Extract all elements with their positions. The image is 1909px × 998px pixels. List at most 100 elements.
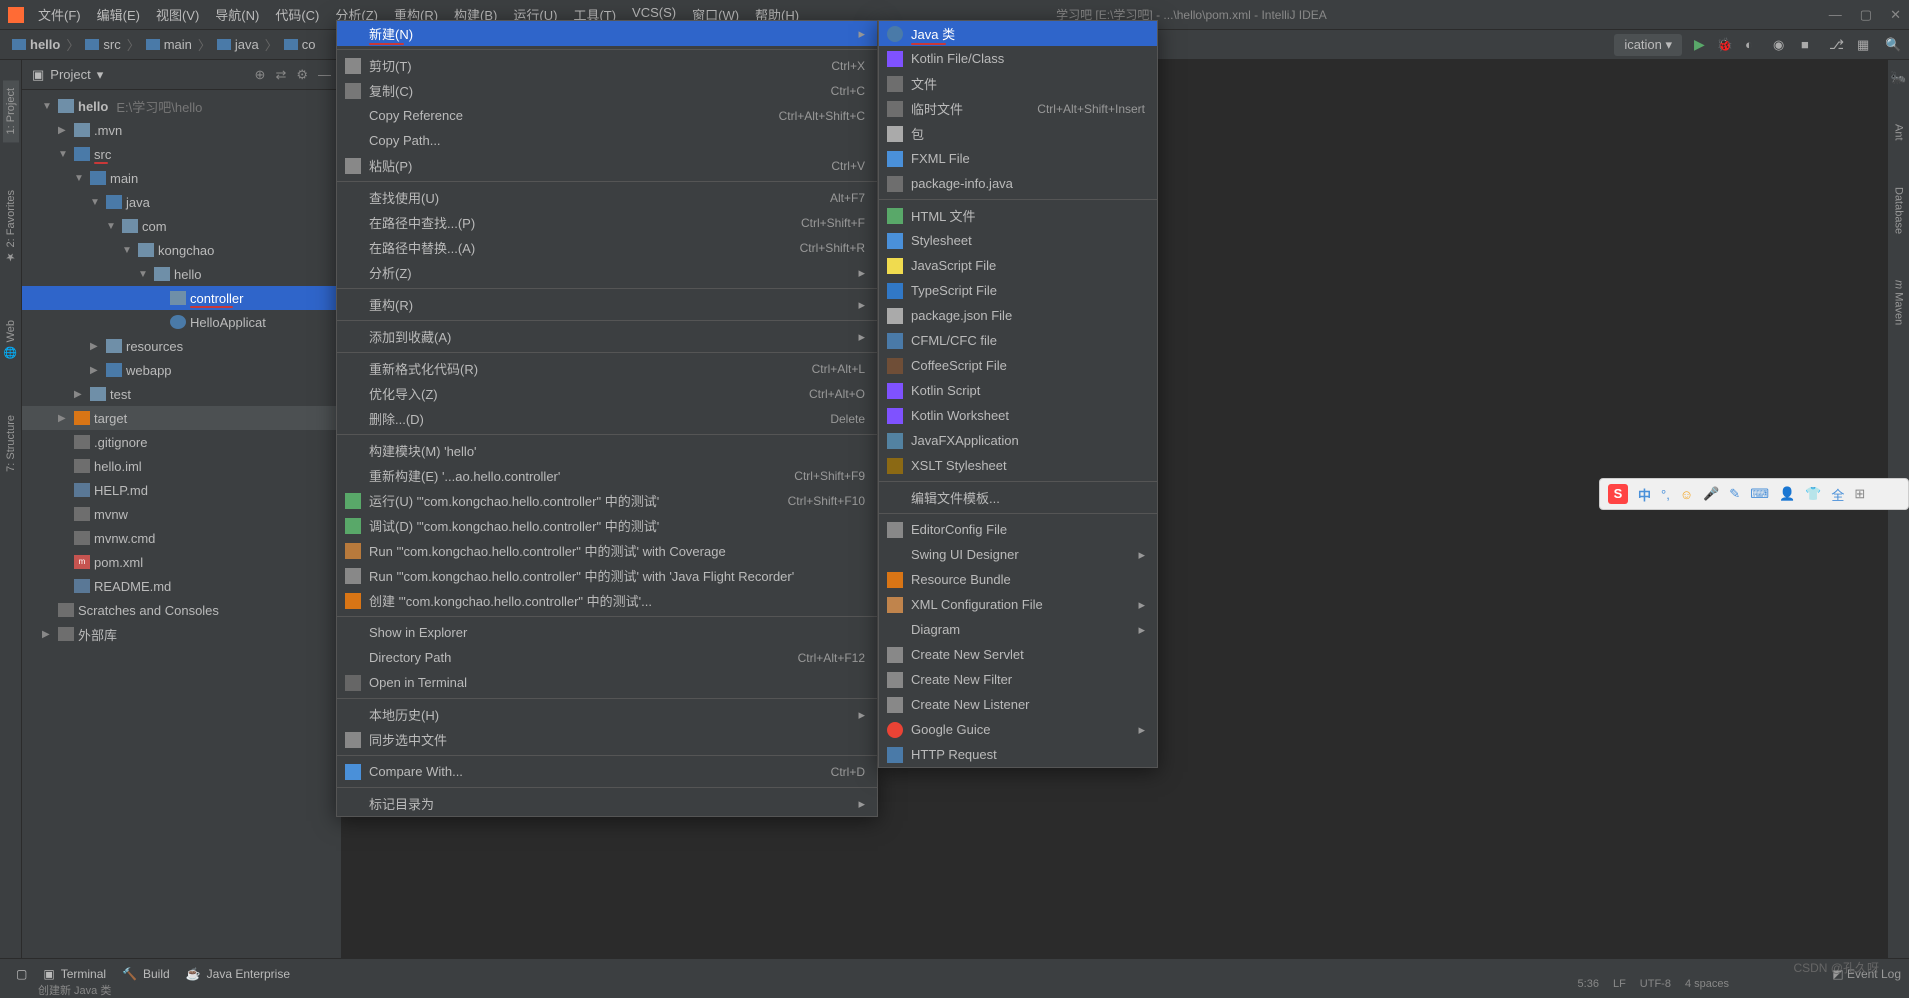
cm2-ktscript[interactable]: Kotlin Script bbox=[879, 378, 1157, 403]
ime-mic-icon[interactable]: 🎤 bbox=[1703, 486, 1719, 502]
ime-punct-icon[interactable]: °, bbox=[1661, 487, 1670, 502]
gear-icon[interactable]: ⚙ bbox=[296, 67, 308, 83]
panel-title[interactable]: ▣ Project ▾ bbox=[32, 67, 103, 83]
ime-toolbar[interactable]: S 中 °, ☺ 🎤 ✎ ⌨ 👤 👕 全 ⊞ bbox=[1599, 478, 1909, 510]
sb-encoding[interactable]: UTF-8 bbox=[1640, 978, 1671, 990]
ime-full-icon[interactable]: 全 bbox=[1831, 485, 1844, 504]
cm-markdir[interactable]: 标记目录为▸ bbox=[337, 791, 877, 816]
sb-javaee[interactable]: ☕ Java Enterprise bbox=[178, 967, 298, 981]
cm-buildmodule[interactable]: 构建模块(M) 'hello' bbox=[337, 438, 877, 463]
tree-mvn[interactable]: ▶.mvn bbox=[22, 118, 341, 142]
tree-gitignore[interactable]: .gitignore bbox=[22, 430, 341, 454]
tab-structure[interactable]: 7: Structure bbox=[3, 407, 19, 480]
cm2-packagejson[interactable]: package.json File bbox=[879, 303, 1157, 328]
ime-keyboard-icon[interactable]: ⌨ bbox=[1750, 486, 1769, 502]
target-icon[interactable]: ⊕ bbox=[255, 67, 266, 83]
tree-helpmd[interactable]: HELP.md bbox=[22, 478, 341, 502]
cm2-http[interactable]: HTTP Request bbox=[879, 742, 1157, 767]
cm-rebuild[interactable]: 重新构建(E) '...ao.hello.controller'Ctrl+Shi… bbox=[337, 463, 877, 488]
stop-icon[interactable]: ■ bbox=[1801, 37, 1817, 53]
tab-favorites[interactable]: ★ 2: Favorites bbox=[2, 182, 19, 272]
cm2-fxml[interactable]: FXML File bbox=[879, 146, 1157, 171]
tree-webapp[interactable]: ▶webapp bbox=[22, 358, 341, 382]
cm-replaceinpath[interactable]: 在路径中替换...(A)Ctrl+Shift+R bbox=[337, 235, 877, 260]
cm2-stylesheet[interactable]: Stylesheet bbox=[879, 228, 1157, 253]
cm-dirpath[interactable]: Directory PathCtrl+Alt+F12 bbox=[337, 645, 877, 670]
tree-com[interactable]: ▼com bbox=[22, 214, 341, 238]
project-tree[interactable]: ▼helloE:\学习吧\hello ▶.mvn ▼src ▼main ▼jav… bbox=[22, 90, 341, 958]
maximize-icon[interactable]: ▢ bbox=[1860, 7, 1872, 23]
crumb-co[interactable]: co bbox=[280, 37, 320, 52]
close-icon[interactable]: ✕ bbox=[1890, 7, 1901, 23]
cm2-javascript[interactable]: JavaScript File bbox=[879, 253, 1157, 278]
cm-sync[interactable]: 同步选中文件 bbox=[337, 727, 877, 752]
cm-reformat[interactable]: 重新格式化代码(R)Ctrl+Alt+L bbox=[337, 356, 877, 381]
cm2-typescript[interactable]: TypeScript File bbox=[879, 278, 1157, 303]
cm2-editorconfig[interactable]: EditorConfig File bbox=[879, 517, 1157, 542]
cm2-diagram[interactable]: Diagram▸ bbox=[879, 617, 1157, 642]
tree-pom[interactable]: mpom.xml bbox=[22, 550, 341, 574]
coverage-icon[interactable]: ◐ bbox=[1745, 37, 1761, 53]
ime-pen-icon[interactable]: ✎ bbox=[1729, 486, 1740, 502]
tree-main[interactable]: ▼main bbox=[22, 166, 341, 190]
tree-java[interactable]: ▼java bbox=[22, 190, 341, 214]
tree-mvnwcmd[interactable]: mvnw.cmd bbox=[22, 526, 341, 550]
ime-user-icon[interactable]: 👤 bbox=[1779, 486, 1795, 502]
run-config-dropdown[interactable]: ication ▾ bbox=[1614, 34, 1682, 56]
tree-src[interactable]: ▼src bbox=[22, 142, 341, 166]
crumb-java[interactable]: java bbox=[213, 37, 263, 52]
cm2-kotlin[interactable]: Kotlin File/Class bbox=[879, 46, 1157, 71]
crumb-hello[interactable]: hello bbox=[8, 37, 64, 52]
cm-run[interactable]: 运行(U) '"com.kongchao.hello.controller" 中… bbox=[337, 488, 877, 513]
tab-maven[interactable]: m Maven bbox=[1891, 272, 1907, 333]
crumb-main[interactable]: main bbox=[142, 37, 196, 52]
profiler-icon[interactable]: ◉ bbox=[1773, 37, 1789, 53]
crumb-src[interactable]: src bbox=[81, 37, 124, 52]
menu-code[interactable]: 代码(C) bbox=[269, 3, 325, 26]
sb-build[interactable]: 🔨 Build bbox=[114, 967, 178, 981]
cm2-cfml[interactable]: CFML/CFC file bbox=[879, 328, 1157, 353]
tree-helloapp[interactable]: HelloApplicat bbox=[22, 310, 341, 334]
menu-view[interactable]: 视图(V) bbox=[150, 3, 205, 26]
cm2-package[interactable]: 包 bbox=[879, 121, 1157, 146]
sb-indent[interactable]: 4 spaces bbox=[1685, 978, 1729, 990]
cm-findusage[interactable]: 查找使用(U)Alt+F7 bbox=[337, 185, 877, 210]
sb-toggle[interactable]: ▢ bbox=[8, 967, 35, 981]
tab-ant[interactable]: Ant bbox=[1891, 116, 1907, 149]
menu-edit[interactable]: 编辑(E) bbox=[91, 3, 146, 26]
cm-paste[interactable]: 粘贴(P)Ctrl+V bbox=[337, 153, 877, 178]
sb-terminal[interactable]: ▣ Terminal bbox=[35, 967, 114, 981]
ime-grid-icon[interactable]: ⊞ bbox=[1854, 486, 1865, 502]
cm-analyze[interactable]: 分析(Z)▸ bbox=[337, 260, 877, 285]
tree-controller[interactable]: controller bbox=[22, 286, 341, 310]
minimize-icon[interactable]: — bbox=[1829, 7, 1842, 23]
cm-cut[interactable]: 剪切(T)Ctrl+X bbox=[337, 53, 877, 78]
cm2-file[interactable]: 文件 bbox=[879, 71, 1157, 96]
ime-mode[interactable]: 中 bbox=[1638, 485, 1651, 504]
tab-web[interactable]: 🌐 Web bbox=[2, 312, 19, 367]
tab-database[interactable]: Database bbox=[1891, 179, 1907, 242]
tree-target[interactable]: ▶target bbox=[22, 406, 341, 430]
cm2-javafx[interactable]: JavaFXApplication bbox=[879, 428, 1157, 453]
cm-copyref[interactable]: Copy ReferenceCtrl+Alt+Shift+C bbox=[337, 103, 877, 128]
cm2-scratch[interactable]: 临时文件Ctrl+Alt+Shift+Insert bbox=[879, 96, 1157, 121]
hide-icon[interactable]: — bbox=[318, 67, 331, 83]
cm2-swing[interactable]: Swing UI Designer▸ bbox=[879, 542, 1157, 567]
run-icon[interactable]: ▶ bbox=[1694, 36, 1705, 53]
cm2-xmlconfig[interactable]: XML Configuration File▸ bbox=[879, 592, 1157, 617]
debug-icon[interactable]: 🐞 bbox=[1717, 37, 1733, 53]
cm2-xslt[interactable]: XSLT Stylesheet bbox=[879, 453, 1157, 478]
cm-findinpath[interactable]: 在路径中查找...(P)Ctrl+Shift+F bbox=[337, 210, 877, 235]
menu-navigate[interactable]: 导航(N) bbox=[209, 3, 265, 26]
cm-delete[interactable]: 删除...(D)Delete bbox=[337, 406, 877, 431]
tree-root[interactable]: ▼helloE:\学习吧\hello bbox=[22, 94, 341, 118]
tree-external[interactable]: ▶外部库 bbox=[22, 622, 341, 646]
cm-localhistory[interactable]: 本地历史(H)▸ bbox=[337, 702, 877, 727]
cm-copy[interactable]: 复制(C)Ctrl+C bbox=[337, 78, 877, 103]
cm-compare[interactable]: Compare With...Ctrl+D bbox=[337, 759, 877, 784]
cm2-coffee[interactable]: CoffeeScript File bbox=[879, 353, 1157, 378]
tree-resources[interactable]: ▶resources bbox=[22, 334, 341, 358]
sogou-icon[interactable]: S bbox=[1608, 484, 1628, 504]
menu-file[interactable]: 文件(F) bbox=[32, 3, 87, 26]
tree-test[interactable]: ▶test bbox=[22, 382, 341, 406]
